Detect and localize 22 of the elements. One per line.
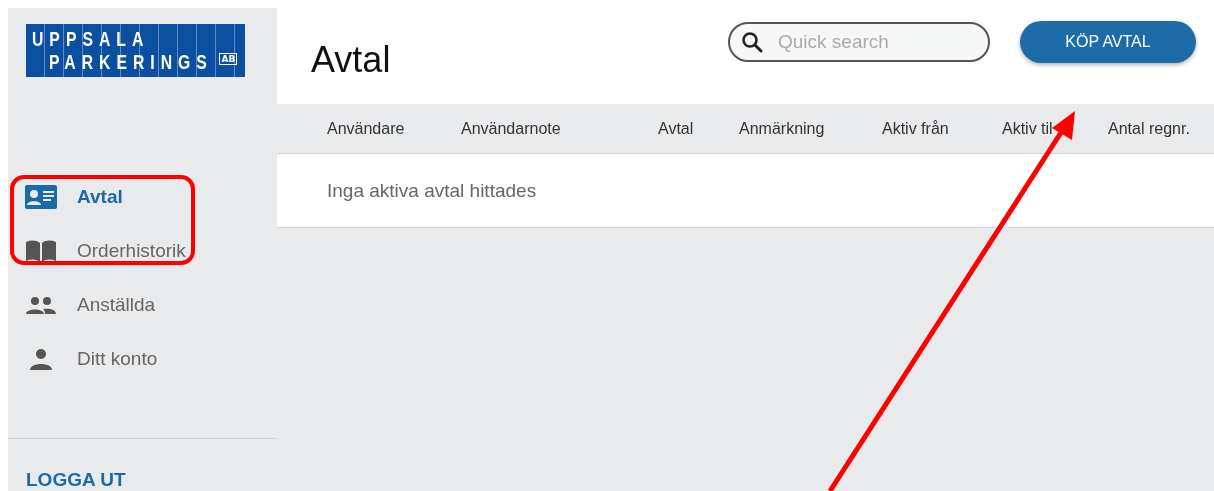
id-card-icon — [25, 185, 57, 209]
nav-item[interactable]: Ditt konto — [8, 332, 277, 386]
logo-text: PARKERINGS — [49, 50, 213, 73]
nav-item[interactable]: Anställda — [8, 278, 277, 332]
logout-link[interactable]: LOGGA UT — [26, 469, 126, 491]
logo-suffix: AB — [219, 53, 238, 65]
empty-message: Inga aktiva avtal hittades — [327, 179, 537, 202]
column-header[interactable]: Avtal — [658, 119, 739, 138]
search-field[interactable]: Quick search — [728, 22, 990, 62]
book-icon — [25, 239, 57, 263]
column-header[interactable]: Användare — [327, 119, 461, 138]
buy-button[interactable]: KÖP AVTAL — [1020, 21, 1196, 63]
column-header[interactable]: Aktiv från — [882, 119, 1002, 138]
nav-item[interactable]: Avtal — [8, 170, 277, 224]
column-header[interactable]: Antal regnr. — [1108, 119, 1208, 138]
column-header[interactable]: Anmärkning — [739, 119, 882, 138]
column-header[interactable]: Användarnote — [461, 119, 658, 138]
page-title: Avtal — [311, 39, 392, 81]
nav-item[interactable]: Orderhistorik — [8, 224, 277, 278]
logo-text: UPPSALA — [32, 27, 150, 50]
column-header[interactable]: Aktiv til — [1002, 119, 1108, 138]
search-icon — [740, 30, 764, 54]
